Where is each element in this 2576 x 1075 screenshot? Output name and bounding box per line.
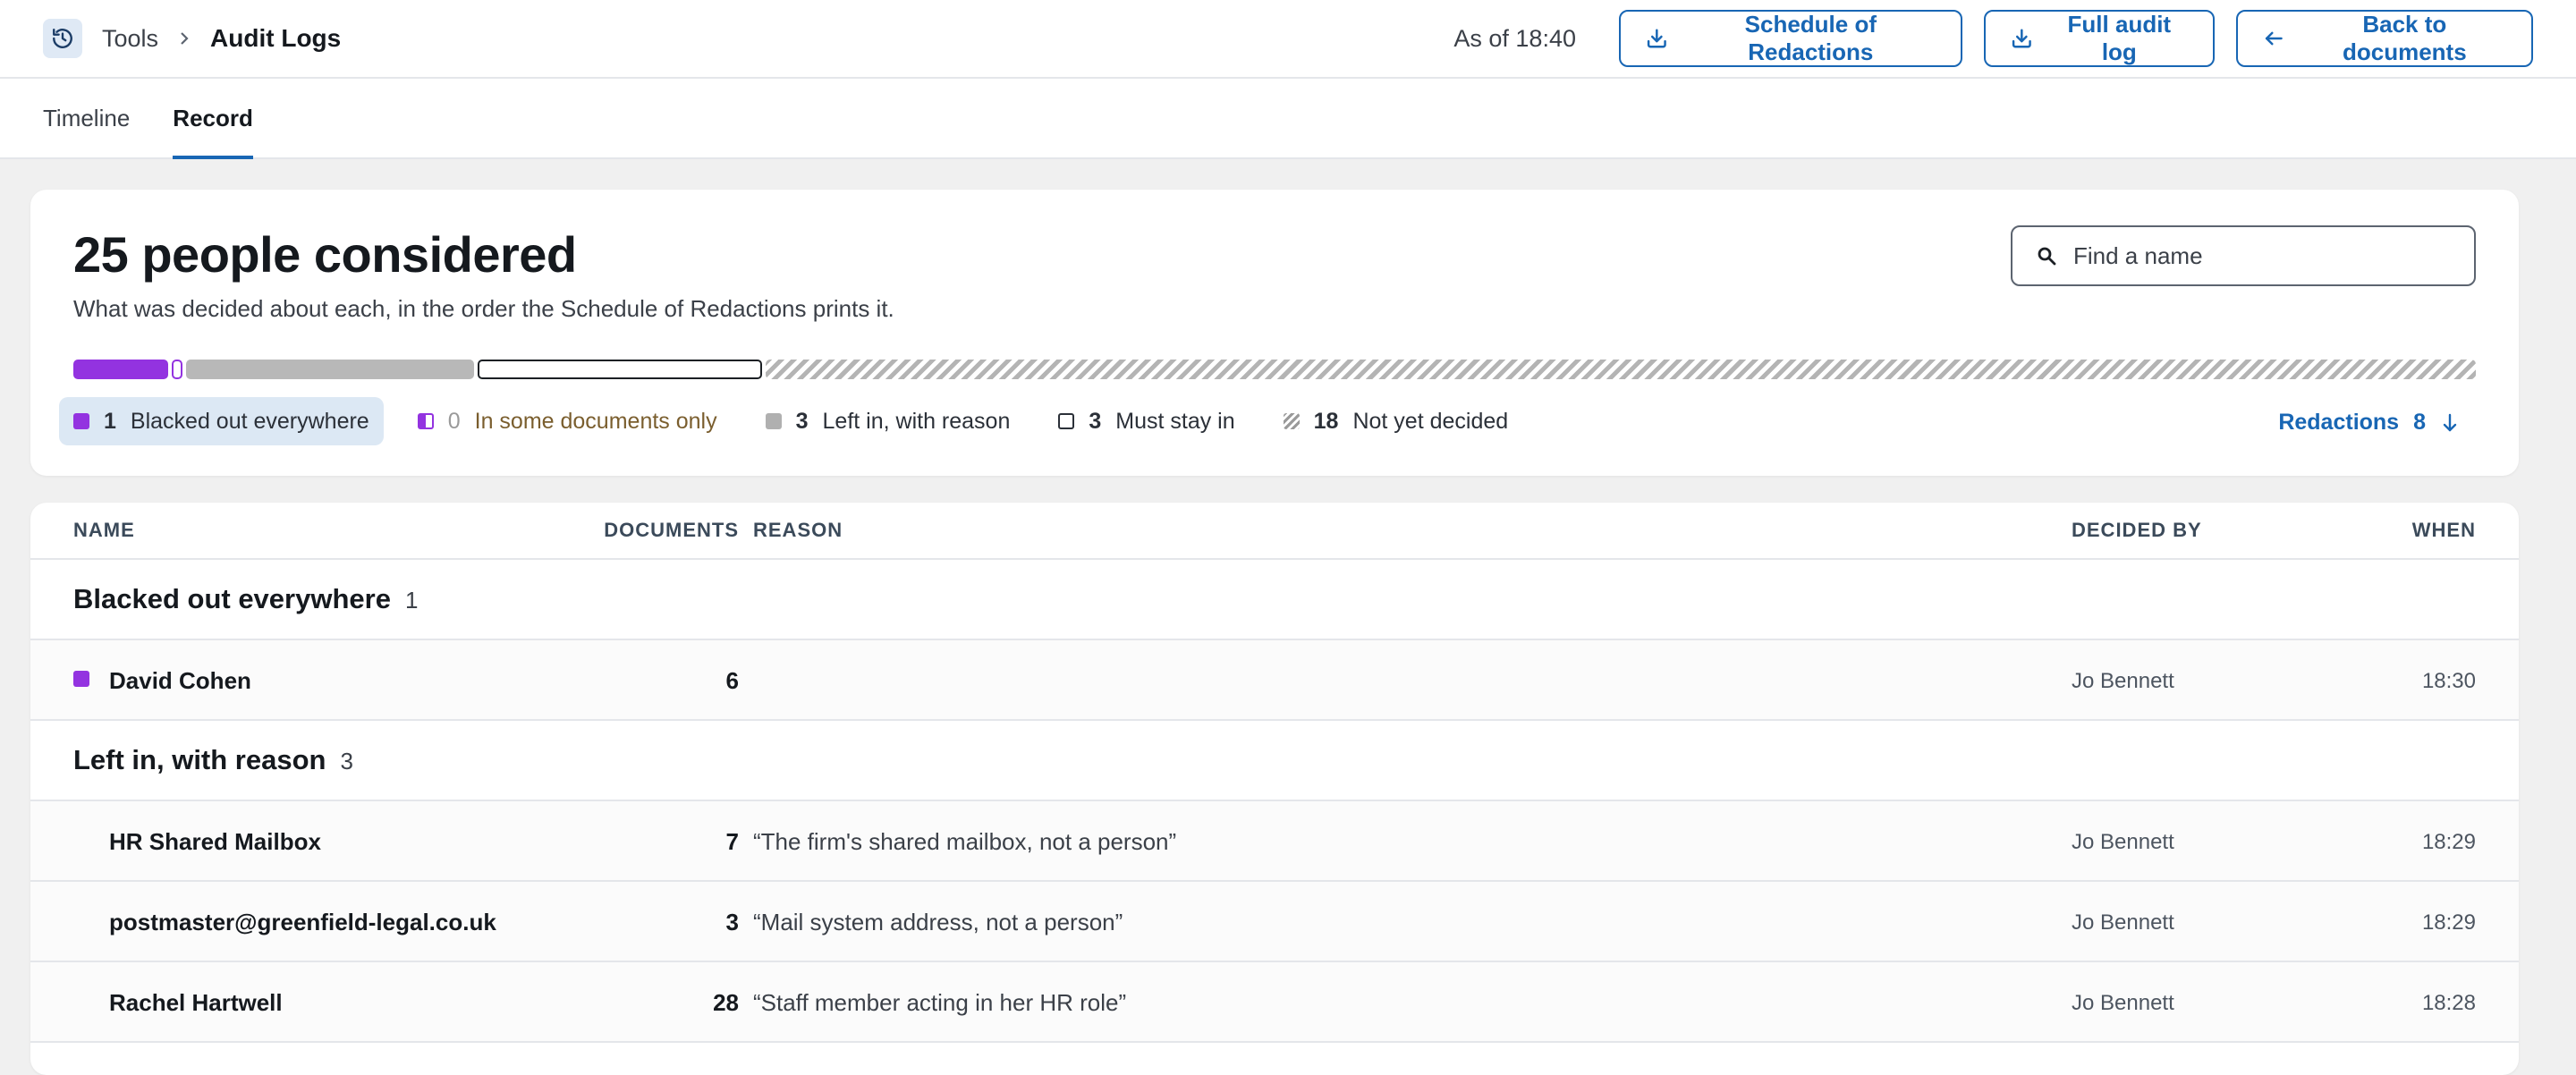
full-audit-log-button[interactable]: Full audit log — [1984, 10, 2215, 67]
decision-time: 18:30 — [2421, 669, 2476, 693]
progress-segment-blacked-out — [73, 360, 168, 379]
person-name: David Cohen — [109, 667, 251, 694]
progress-segment-undecided — [766, 360, 2476, 379]
legend-swatch — [1283, 413, 1300, 429]
legend-swatch — [73, 413, 89, 429]
table-row[interactable]: Rachel Hartwell 28 “Staff member acting … — [30, 962, 2519, 1043]
progress-segment-left-in — [186, 360, 474, 379]
status-swatch — [73, 671, 89, 687]
group-header-left-in: Left in, with reason 3 — [30, 721, 2519, 801]
chip-count: 0 — [447, 408, 461, 434]
decided-by: Jo Bennett — [2072, 910, 2174, 935]
arrow-down-icon — [2443, 413, 2457, 431]
name-search[interactable] — [2011, 225, 2476, 286]
download-icon — [1647, 29, 1666, 48]
filter-chip-some-documents[interactable]: 0 In some documents only — [403, 397, 732, 445]
chip-label: Blacked out everywhere — [130, 408, 369, 434]
table-row[interactable]: postmaster@greenfield-legal.co.uk 3 “Mai… — [30, 882, 2519, 962]
decisions-table: NAME DOCUMENTS REASON DECIDED BY WHEN Bl… — [30, 503, 2519, 1075]
decision-reason: “Staff member acting in her HR role” — [753, 989, 1127, 1016]
person-name: Rachel Hartwell — [109, 989, 283, 1016]
as-of-timestamp: As of 18:40 — [1453, 24, 1576, 52]
history-icon[interactable] — [43, 19, 82, 58]
redactions-count: 8 — [2413, 410, 2426, 435]
chip-count: 3 — [1089, 408, 1102, 434]
full-log-button-label: Full audit log — [2067, 11, 2172, 65]
person-name: postmaster@greenfield-legal.co.uk — [109, 909, 496, 935]
search-input[interactable] — [2073, 241, 2449, 270]
schedule-of-redactions-button[interactable]: Schedule of Redactions — [1619, 10, 1962, 67]
column-header-name[interactable]: NAME — [73, 519, 135, 542]
download-icon — [2012, 29, 2031, 48]
chevron-right-icon — [178, 30, 191, 47]
chip-count: 3 — [795, 408, 809, 434]
decision-progress-bar — [73, 360, 2476, 379]
filter-chip-blacked-out[interactable]: 1 Blacked out everywhere — [59, 397, 384, 445]
decided-by: Jo Bennett — [2072, 991, 2174, 1015]
group-count: 1 — [404, 587, 419, 614]
group-title: Left in, with reason — [73, 744, 326, 775]
document-count: 3 — [725, 909, 739, 935]
redactions-jump-link[interactable]: Redactions 8 — [2278, 410, 2460, 436]
decision-reason: “The firm's shared mailbox, not a person… — [753, 828, 1177, 855]
chip-label: Left in, with reason — [822, 408, 1011, 434]
table-header: NAME DOCUMENTS REASON DECIDED BY WHEN — [30, 503, 2519, 560]
filter-chip-must-stay[interactable]: 3 Must stay in — [1044, 397, 1249, 445]
filter-chip-left-in[interactable]: 3 Left in, with reason — [751, 397, 1025, 445]
filter-chip-undecided[interactable]: 18 Not yet decided — [1269, 397, 1523, 445]
decision-time: 18:28 — [2421, 991, 2476, 1015]
decision-legend: 1 Blacked out everywhere 0 In some docum… — [59, 397, 1542, 445]
top-header: Tools Audit Logs As of 18:40 Schedule of… — [0, 0, 2576, 79]
chip-label: Not yet decided — [1352, 408, 1509, 434]
document-count: 28 — [713, 989, 739, 1016]
chip-label: Must stay in — [1115, 408, 1235, 434]
summary-card: 25 people considered What was decided ab… — [30, 190, 2519, 476]
chip-label: In some documents only — [474, 408, 717, 434]
redactions-label: Redactions — [2278, 410, 2400, 435]
person-name: HR Shared Mailbox — [109, 828, 321, 855]
tab-timeline[interactable]: Timeline — [43, 79, 130, 157]
tab-record[interactable]: Record — [173, 79, 253, 159]
chip-count: 18 — [1313, 408, 1339, 434]
arrow-left-icon — [2265, 31, 2283, 46]
legend-swatch — [417, 413, 434, 429]
column-header-when[interactable]: WHEN — [2412, 519, 2476, 542]
column-header-documents[interactable]: DOCUMENTS — [604, 519, 739, 542]
decision-time: 18:29 — [2421, 910, 2476, 935]
table-row[interactable]: HR Shared Mailbox 7 “The firm's shared m… — [30, 801, 2519, 882]
decision-reason: “Mail system address, not a person” — [753, 909, 1123, 935]
document-count: 6 — [725, 667, 739, 694]
page-title: Audit Logs — [210, 24, 342, 52]
progress-segment-some-documents — [172, 360, 182, 379]
search-icon — [2038, 247, 2056, 266]
decided-by: Jo Bennett — [2072, 669, 2174, 693]
table-row[interactable]: David Cohen 6 Jo Bennett 18:30 — [30, 640, 2519, 721]
chip-count: 1 — [104, 408, 116, 434]
column-header-decided-by[interactable]: DECIDED BY — [2072, 519, 2202, 542]
legend-swatch — [765, 413, 782, 429]
legend-swatch — [1058, 413, 1075, 429]
decision-time: 18:29 — [2421, 830, 2476, 854]
group-header-blacked-out: Blacked out everywhere 1 — [30, 560, 2519, 640]
progress-segment-must-stay — [478, 360, 762, 379]
group-title: Blacked out everywhere — [73, 583, 391, 614]
group-count: 3 — [340, 748, 353, 775]
summary-subtitle: What was decided about each, in the orde… — [73, 295, 894, 322]
summary-title: 25 people considered — [73, 226, 577, 283]
schedule-button-label: Schedule of Redactions — [1744, 11, 1877, 65]
back-button-label: Back to documents — [2342, 11, 2467, 65]
decided-by: Jo Bennett — [2072, 830, 2174, 854]
breadcrumb-parent[interactable]: Tools — [102, 25, 158, 53]
column-header-reason[interactable]: REASON — [753, 519, 843, 542]
back-to-documents-button[interactable]: Back to documents — [2236, 10, 2533, 67]
tab-bar: Timeline Record — [0, 79, 2576, 159]
document-count: 7 — [725, 828, 739, 855]
